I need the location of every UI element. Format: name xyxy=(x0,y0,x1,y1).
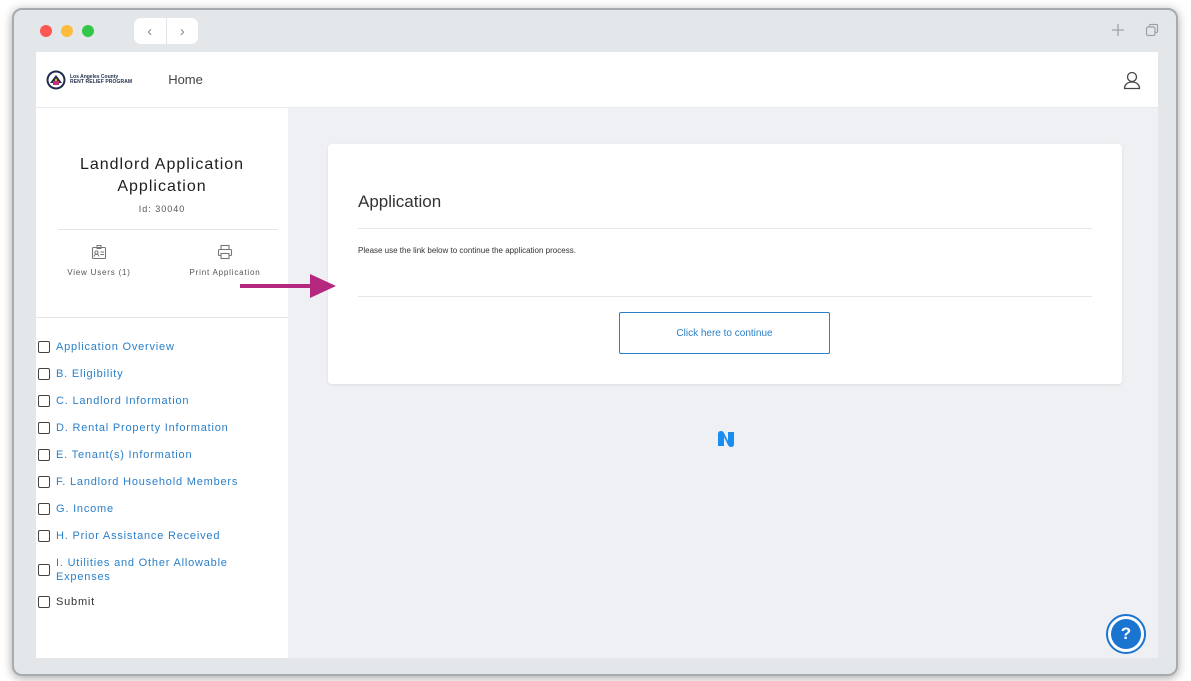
nav-item-label: I. Utilities and Other Allowable Expense… xyxy=(56,557,228,583)
nav-item-submit[interactable]: Submit xyxy=(38,595,288,611)
nav-item-landlord-household-members[interactable]: F. Landlord Household Members xyxy=(38,475,288,491)
view-users-button[interactable]: View Users (1) xyxy=(36,244,162,302)
section-checkbox xyxy=(38,476,50,488)
section-checkbox xyxy=(38,564,50,576)
help-button[interactable]: ? xyxy=(1106,614,1146,654)
nav-item-eligibility[interactable]: B. Eligibility xyxy=(38,367,288,383)
maximize-window-button[interactable] xyxy=(82,25,94,37)
nav-item-label: E. Tenant(s) Information xyxy=(56,449,193,461)
county-seal-icon xyxy=(46,70,66,89)
divider xyxy=(358,296,1092,297)
view-users-label: View Users (1) xyxy=(67,268,131,277)
section-checkbox xyxy=(38,503,50,515)
app-viewport: Los Angeles County RENT RELIEF PROGRAM H… xyxy=(36,52,1158,658)
section-checkbox xyxy=(38,596,50,608)
loading-spinner-icon xyxy=(718,431,734,447)
new-tab-icon[interactable] xyxy=(1108,20,1128,40)
tab-overview-icon[interactable] xyxy=(1142,20,1162,40)
logo[interactable]: Los Angeles County RENT RELIEF PROGRAM xyxy=(46,70,132,90)
nav-item-rental-property-information[interactable]: D. Rental Property Information xyxy=(38,421,288,437)
nav-item-label: C. Landlord Information xyxy=(56,395,190,407)
section-checkbox xyxy=(38,530,50,542)
title-bar: ‹ › xyxy=(14,10,1176,52)
close-window-button[interactable] xyxy=(40,25,52,37)
section-checkbox xyxy=(38,422,50,434)
section-checkbox xyxy=(38,449,50,461)
section-nav: Application Overview B. Eligibility C. L… xyxy=(38,340,288,611)
divider xyxy=(58,229,278,230)
card-title: Application xyxy=(358,192,442,211)
nav-item-label: G. Income xyxy=(56,503,114,515)
nav-item-label: D. Rental Property Information xyxy=(56,422,229,434)
divider xyxy=(358,228,1092,229)
help-icon: ? xyxy=(1111,619,1141,649)
nav-item-landlord-information[interactable]: C. Landlord Information xyxy=(38,394,288,410)
back-button[interactable]: ‹ xyxy=(134,18,166,44)
continue-button[interactable]: Click here to continue xyxy=(619,312,830,354)
logo-line-2: RENT RELIEF PROGRAM xyxy=(70,78,133,85)
divider xyxy=(36,317,288,318)
nav-item-tenant-information[interactable]: E. Tenant(s) Information xyxy=(38,448,288,464)
nav-item-utilities-expenses[interactable]: I. Utilities and Other Allowable Expense… xyxy=(38,556,288,584)
nav-item-label: B. Eligibility xyxy=(56,368,124,380)
id-card-icon xyxy=(91,245,107,260)
application-card: Application Please use the link below to… xyxy=(328,144,1122,384)
card-instructions: Please use the link below to continue th… xyxy=(358,246,576,255)
nav-item-label: F. Landlord Household Members xyxy=(56,476,239,488)
minimize-window-button[interactable] xyxy=(61,25,73,37)
nav-item-label: Application Overview xyxy=(56,341,175,353)
history-nav: ‹ › xyxy=(134,18,198,44)
nav-item-prior-assistance[interactable]: H. Prior Assistance Received xyxy=(38,529,288,545)
printer-icon xyxy=(217,244,233,260)
nav-item-label: Submit xyxy=(56,596,96,608)
main-content: Application Please use the link below to… xyxy=(288,108,1158,658)
sidebar: Landlord Application Application Id: 300… xyxy=(36,108,288,658)
nav-item-label: H. Prior Assistance Received xyxy=(56,530,221,542)
application-id: Id: 30040 xyxy=(138,204,186,214)
browser-window: ‹ › Los Angeles County RENT RELIEF PROGR… xyxy=(12,8,1178,676)
section-checkbox xyxy=(38,368,50,380)
annotation-arrow-icon xyxy=(240,274,336,298)
nav-item-application-overview[interactable]: Application Overview xyxy=(38,340,288,356)
section-checkbox xyxy=(38,341,50,353)
section-checkbox xyxy=(38,395,50,407)
forward-button[interactable]: › xyxy=(165,18,199,44)
app-header: Los Angeles County RENT RELIEF PROGRAM H… xyxy=(36,52,1158,108)
nav-item-income[interactable]: G. Income xyxy=(38,502,288,518)
nav-home-link[interactable]: Home xyxy=(168,72,203,87)
application-title: Landlord Application Application xyxy=(79,156,245,195)
user-icon[interactable] xyxy=(1122,70,1142,90)
